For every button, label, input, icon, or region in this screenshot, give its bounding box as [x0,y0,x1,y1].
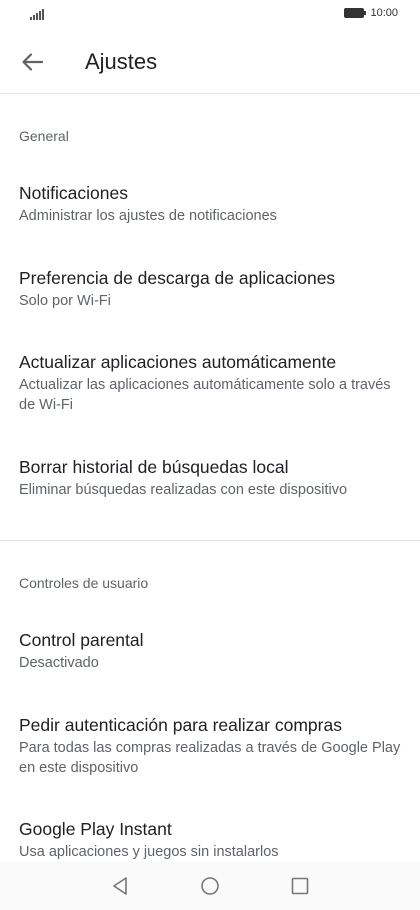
setting-title: Control parental [19,630,144,650]
setting-subtitle: Usa aplicaciones y juegos sin instalarlo… [19,844,279,860]
signal-icon [30,9,44,20]
setting-title: Notificaciones [19,183,128,203]
nav-recents-icon [291,877,309,895]
setting-subtitle: Actualizar las aplicaciones automáticame… [19,377,391,413]
nav-back-button[interactable] [75,862,165,910]
setting-title: Google Play Instant [19,819,172,839]
setting-google-play-instant[interactable]: Google Play Instant Usa aplicaciones y j… [19,818,404,862]
status-time: 10:00 [370,7,398,19]
page-title: Ajustes [85,49,158,74]
nav-back-icon [113,877,127,895]
setting-preferencia-descarga[interactable]: Preferencia de descarga de aplicaciones … [19,267,404,311]
setting-notificaciones[interactable]: Notificaciones Administrar los ajustes d… [19,182,404,226]
setting-control-parental[interactable]: Control parental Desactivado [19,629,404,673]
nav-home-icon [201,877,219,895]
setting-subtitle: Eliminar búsquedas realizadas con este d… [19,482,348,498]
setting-title: Borrar historial de búsquedas local [19,457,289,477]
section-divider [0,540,420,541]
setting-actualizar-automaticamente[interactable]: Actualizar aplicaciones automáticamente … [19,351,404,415]
back-button[interactable] [16,48,48,76]
nav-home-button[interactable] [165,862,255,910]
setting-title: Preferencia de descarga de aplicaciones [19,268,336,288]
system-nav-bar [0,862,420,910]
setting-subtitle: Desactivado [19,655,99,671]
status-bar: 10:00 [0,0,420,30]
nav-recents-button[interactable] [255,862,345,910]
section-header-general: General [19,128,69,144]
setting-subtitle: Administrar los ajustes de notificacione… [19,208,277,224]
battery-icon [344,8,367,18]
setting-borrar-historial[interactable]: Borrar historial de búsquedas local Elim… [19,456,404,500]
app-bar: Ajustes [0,30,420,94]
setting-title: Actualizar aplicaciones automáticamente [19,352,337,372]
section-header-controles-usuario: Controles de usuario [19,575,149,591]
setting-title: Pedir autenticación para realizar compra… [19,715,342,735]
setting-subtitle: Para todas las compras realizadas a trav… [19,740,401,776]
setting-subtitle: Solo por Wi-Fi [19,293,111,309]
arrow-back-icon [22,53,43,71]
setting-autenticacion-compras[interactable]: Pedir autenticación para realizar compra… [19,714,404,778]
